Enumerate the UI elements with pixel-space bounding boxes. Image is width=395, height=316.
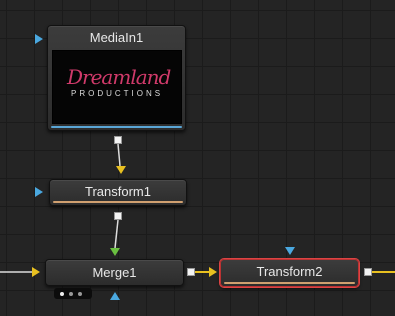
merge1-background-input-triangle-icon[interactable] <box>32 267 40 277</box>
mediain1-input-arrow-icon[interactable] <box>35 34 43 44</box>
node-merge1[interactable]: Merge1 <box>45 259 184 286</box>
transform2-type-bar <box>224 282 355 284</box>
node-transform1[interactable]: Transform1 <box>49 179 187 206</box>
thumbnail-logo-sub: PRODUCTIONS <box>71 89 164 98</box>
merge1-effect-mask-triangle-icon[interactable] <box>110 292 120 300</box>
merge1-foreground-input-triangle-icon[interactable] <box>110 248 120 256</box>
thumbnail-logo-script: Dreamland <box>67 65 171 89</box>
transform1-output-square-icon[interactable] <box>114 212 122 220</box>
transform1-input-arrow-icon[interactable] <box>35 187 43 197</box>
transform2-output-square-icon[interactable] <box>364 268 372 276</box>
mediain1-output-square-icon[interactable] <box>114 136 122 144</box>
node-mediain1-label: MediaIn1 <box>89 30 144 45</box>
node-merge1-label: Merge1 <box>92 265 137 280</box>
transform2-background-input-triangle-icon[interactable] <box>209 267 217 277</box>
node-mediain1[interactable]: MediaIn1 Dreamland PRODUCTIONS <box>47 25 186 131</box>
transform1-background-input-triangle-icon[interactable] <box>116 166 126 174</box>
mediain1-thumbnail: Dreamland PRODUCTIONS <box>52 50 182 124</box>
node-transform2-label: Transform2 <box>256 264 323 279</box>
mediain1-type-bar <box>51 126 182 128</box>
node-flow-canvas[interactable]: MediaIn1 Dreamland PRODUCTIONS Transform… <box>0 0 395 316</box>
merge1-more-options-dots-icon[interactable] <box>54 288 92 299</box>
transform1-type-bar <box>53 201 183 203</box>
merge1-output-square-icon[interactable] <box>187 268 195 276</box>
node-transform2[interactable]: Transform2 <box>220 259 359 287</box>
transform2-effect-mask-triangle-icon[interactable] <box>285 247 295 255</box>
